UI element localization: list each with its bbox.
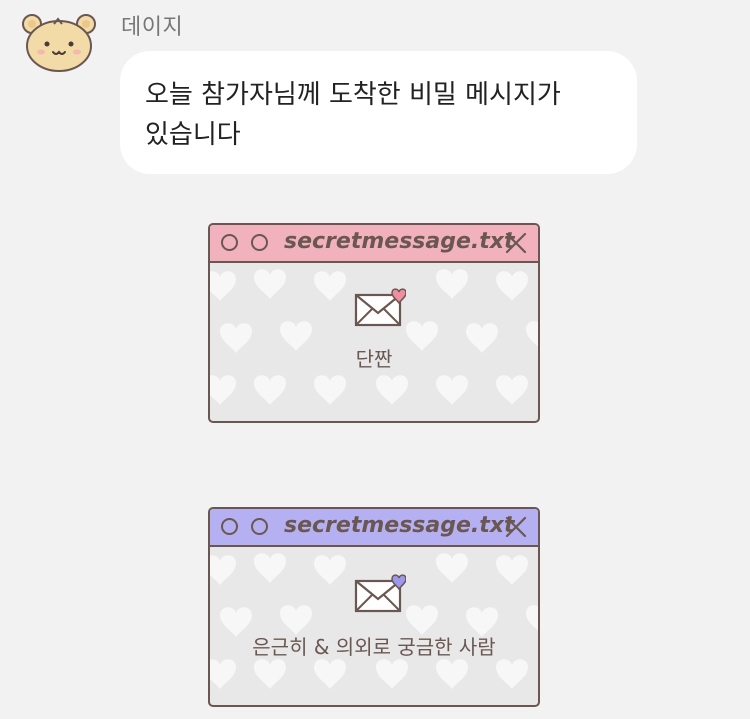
envelope-heart-icon xyxy=(354,574,406,613)
circle-icon xyxy=(251,518,268,535)
window-titlebar: secretmessage.txt xyxy=(210,225,538,263)
window-body: 은근히 & 의외로 궁금한 사람 xyxy=(210,547,538,705)
circle-icon xyxy=(221,234,238,251)
secret-message-card-1[interactable]: secretmessage.txt 단짠 xyxy=(208,223,540,423)
message-caption: 단짠 xyxy=(355,347,393,371)
secret-message-card-2[interactable]: secretmessage.txt 은근히 & 의외로 궁금한 사람 xyxy=(208,507,540,707)
envelope-heart-icon xyxy=(354,288,406,327)
window-titlebar: secretmessage.txt xyxy=(210,509,538,547)
close-icon[interactable] xyxy=(504,231,528,255)
window-body: 단짠 xyxy=(210,263,538,421)
bear-avatar-icon xyxy=(22,14,96,72)
circle-icon xyxy=(221,518,238,535)
sender-avatar[interactable] xyxy=(20,10,100,74)
heart-pattern-background xyxy=(210,553,538,689)
close-icon[interactable] xyxy=(504,515,528,539)
message-bubble[interactable]: 오늘 참가자님께 도착한 비밀 메시지가 있습니다 xyxy=(120,51,637,174)
message-text: 오늘 참가자님께 도착한 비밀 메시지가 있습니다 xyxy=(145,80,561,150)
sender-name: 데이지 xyxy=(121,15,184,40)
circle-icon xyxy=(251,234,268,251)
window-title: secretmessage.txt xyxy=(284,229,515,254)
message-caption: 은근히 & 의외로 궁금한 사람 xyxy=(252,635,496,659)
window-title: secretmessage.txt xyxy=(284,513,515,538)
